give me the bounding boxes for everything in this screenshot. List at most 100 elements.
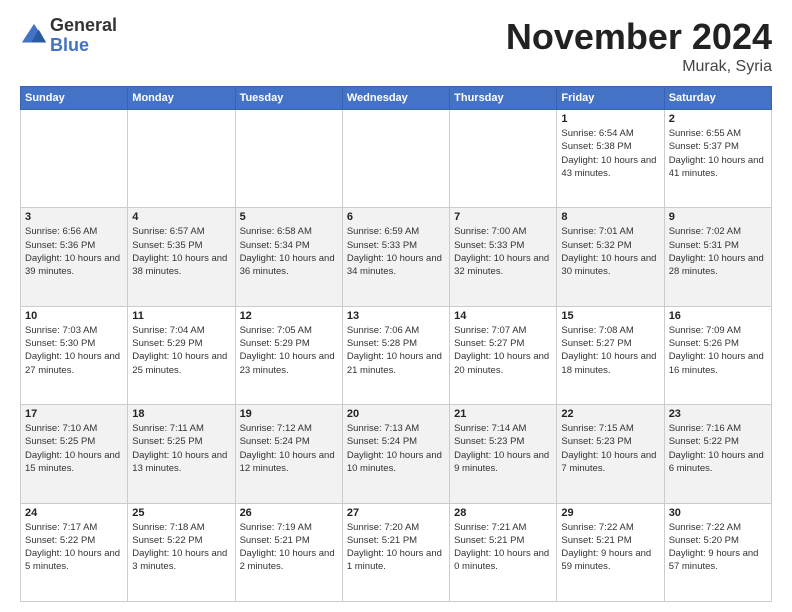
day-info: Sunrise: 7:02 AM Sunset: 5:31 PM Dayligh… (669, 225, 767, 278)
location: Murak, Syria (506, 58, 772, 76)
day-cell: 30Sunrise: 7:22 AM Sunset: 5:20 PM Dayli… (664, 503, 771, 601)
day-number: 17 (25, 408, 123, 420)
day-cell: 29 Sunrise: 7:22 AM Sunset: 5:21 PM Dayli… (557, 503, 664, 601)
day-cell: 10Sunrise: 7:03 AM Sunset: 5:30 PM Dayli… (21, 306, 128, 404)
header: General Blue November 2024 Murak, Syria (20, 16, 772, 76)
page: General Blue November 2024 Murak, Syria … (0, 0, 792, 612)
logo-general: General (50, 16, 117, 36)
day-cell: 9Sunrise: 7:02 AM Sunset: 5:31 PM Daylig… (664, 208, 771, 306)
day-info: Sunrise: 6:57 AM Sunset: 5:35 PM Dayligh… (132, 225, 230, 278)
day-number: 29 (561, 507, 659, 519)
day-info: Sunrise: 7:22 AM Sunset: 5:21 PM Dayligh… (561, 521, 659, 574)
day-header-row: SundayMondayTuesdayWednesdayThursdayFrid… (21, 87, 772, 110)
day-cell: 17 Sunrise: 7:10 AM Sunset: 5:25 PM Dayli… (21, 405, 128, 503)
day-cell: 5 Sunrise: 6:58 AM Sunset: 5:34 PM Daylig… (235, 208, 342, 306)
day-number: 6 (347, 211, 445, 223)
day-cell: 2Sunrise: 6:55 AM Sunset: 5:37 PM Daylig… (664, 110, 771, 208)
week-row-3: 10Sunrise: 7:03 AM Sunset: 5:30 PM Dayli… (21, 306, 772, 404)
day-cell: 20Sunrise: 7:13 AM Sunset: 5:24 PM Dayli… (342, 405, 449, 503)
day-number: 1 (561, 113, 659, 125)
day-info: Sunrise: 6:54 AM Sunset: 5:38 PM Dayligh… (561, 127, 659, 180)
day-cell: 27 Sunrise: 7:20 AM Sunset: 5:21 PM Dayli… (342, 503, 449, 601)
day-cell: 1 Sunrise: 6:54 AM Sunset: 5:38 PM Daylig… (557, 110, 664, 208)
day-cell (235, 110, 342, 208)
day-header-tuesday: Tuesday (235, 87, 342, 110)
day-info: Sunrise: 7:05 AM Sunset: 5:29 PM Dayligh… (240, 324, 338, 377)
day-cell: 11 Sunrise: 7:04 AM Sunset: 5:29 PM Dayli… (128, 306, 235, 404)
day-cell: 25 Sunrise: 7:18 AM Sunset: 5:22 PM Dayli… (128, 503, 235, 601)
day-cell: 4 Sunrise: 6:57 AM Sunset: 5:35 PM Daylig… (128, 208, 235, 306)
day-info: Sunrise: 7:00 AM Sunset: 5:33 PM Dayligh… (454, 225, 552, 278)
day-number: 18 (132, 408, 230, 420)
day-info: Sunrise: 7:01 AM Sunset: 5:32 PM Dayligh… (561, 225, 659, 278)
day-number: 20 (347, 408, 445, 420)
day-cell: 21 Sunrise: 7:14 AM Sunset: 5:23 PM Dayli… (450, 405, 557, 503)
day-number: 4 (132, 211, 230, 223)
day-number: 21 (454, 408, 552, 420)
day-number: 2 (669, 113, 767, 125)
logo-text: General Blue (50, 16, 117, 56)
day-cell: 15 Sunrise: 7:08 AM Sunset: 5:27 PM Dayli… (557, 306, 664, 404)
day-number: 24 (25, 507, 123, 519)
month-title: November 2024 (506, 16, 772, 58)
day-number: 15 (561, 310, 659, 322)
day-info: Sunrise: 6:59 AM Sunset: 5:33 PM Dayligh… (347, 225, 445, 278)
day-number: 25 (132, 507, 230, 519)
day-number: 8 (561, 211, 659, 223)
week-row-1: 1 Sunrise: 6:54 AM Sunset: 5:38 PM Daylig… (21, 110, 772, 208)
day-info: Sunrise: 7:12 AM Sunset: 5:24 PM Dayligh… (240, 422, 338, 475)
day-number: 23 (669, 408, 767, 420)
day-cell: 28Sunrise: 7:21 AM Sunset: 5:21 PM Dayli… (450, 503, 557, 601)
day-cell: 24Sunrise: 7:17 AM Sunset: 5:22 PM Dayli… (21, 503, 128, 601)
day-info: Sunrise: 7:19 AM Sunset: 5:21 PM Dayligh… (240, 521, 338, 574)
day-cell: 13Sunrise: 7:06 AM Sunset: 5:28 PM Dayli… (342, 306, 449, 404)
day-cell (450, 110, 557, 208)
day-header-sunday: Sunday (21, 87, 128, 110)
day-info: Sunrise: 6:58 AM Sunset: 5:34 PM Dayligh… (240, 225, 338, 278)
day-number: 28 (454, 507, 552, 519)
logo-blue: Blue (50, 36, 117, 56)
day-number: 16 (669, 310, 767, 322)
day-info: Sunrise: 7:15 AM Sunset: 5:23 PM Dayligh… (561, 422, 659, 475)
day-info: Sunrise: 7:20 AM Sunset: 5:21 PM Dayligh… (347, 521, 445, 574)
day-number: 11 (132, 310, 230, 322)
day-number: 10 (25, 310, 123, 322)
day-number: 14 (454, 310, 552, 322)
day-number: 27 (347, 507, 445, 519)
day-cell: 8 Sunrise: 7:01 AM Sunset: 5:32 PM Daylig… (557, 208, 664, 306)
day-info: Sunrise: 7:14 AM Sunset: 5:23 PM Dayligh… (454, 422, 552, 475)
day-header-wednesday: Wednesday (342, 87, 449, 110)
day-cell: 7 Sunrise: 7:00 AM Sunset: 5:33 PM Daylig… (450, 208, 557, 306)
day-number: 12 (240, 310, 338, 322)
day-number: 5 (240, 211, 338, 223)
week-row-4: 17 Sunrise: 7:10 AM Sunset: 5:25 PM Dayli… (21, 405, 772, 503)
week-row-2: 3 Sunrise: 6:56 AM Sunset: 5:36 PM Daylig… (21, 208, 772, 306)
day-info: Sunrise: 7:08 AM Sunset: 5:27 PM Dayligh… (561, 324, 659, 377)
day-number: 7 (454, 211, 552, 223)
day-cell (21, 110, 128, 208)
day-number: 3 (25, 211, 123, 223)
day-cell: 18Sunrise: 7:11 AM Sunset: 5:25 PM Dayli… (128, 405, 235, 503)
logo-icon (20, 22, 48, 50)
title-block: November 2024 Murak, Syria (506, 16, 772, 76)
day-cell (128, 110, 235, 208)
day-info: Sunrise: 6:56 AM Sunset: 5:36 PM Dayligh… (25, 225, 123, 278)
day-cell: 23 Sunrise: 7:16 AM Sunset: 5:22 PM Dayli… (664, 405, 771, 503)
calendar: SundayMondayTuesdayWednesdayThursdayFrid… (20, 86, 772, 602)
day-header-monday: Monday (128, 87, 235, 110)
day-info: Sunrise: 7:10 AM Sunset: 5:25 PM Dayligh… (25, 422, 123, 475)
day-number: 13 (347, 310, 445, 322)
day-cell: 14Sunrise: 7:07 AM Sunset: 5:27 PM Dayli… (450, 306, 557, 404)
day-header-friday: Friday (557, 87, 664, 110)
week-row-5: 24Sunrise: 7:17 AM Sunset: 5:22 PM Dayli… (21, 503, 772, 601)
day-header-saturday: Saturday (664, 87, 771, 110)
day-cell: 12 Sunrise: 7:05 AM Sunset: 5:29 PM Dayli… (235, 306, 342, 404)
day-header-thursday: Thursday (450, 87, 557, 110)
day-info: Sunrise: 7:04 AM Sunset: 5:29 PM Dayligh… (132, 324, 230, 377)
day-info: Sunrise: 7:09 AM Sunset: 5:26 PM Dayligh… (669, 324, 767, 377)
day-info: Sunrise: 7:18 AM Sunset: 5:22 PM Dayligh… (132, 521, 230, 574)
day-number: 30 (669, 507, 767, 519)
calendar-table: SundayMondayTuesdayWednesdayThursdayFrid… (20, 86, 772, 602)
day-info: Sunrise: 7:16 AM Sunset: 5:22 PM Dayligh… (669, 422, 767, 475)
logo: General Blue (20, 16, 117, 56)
